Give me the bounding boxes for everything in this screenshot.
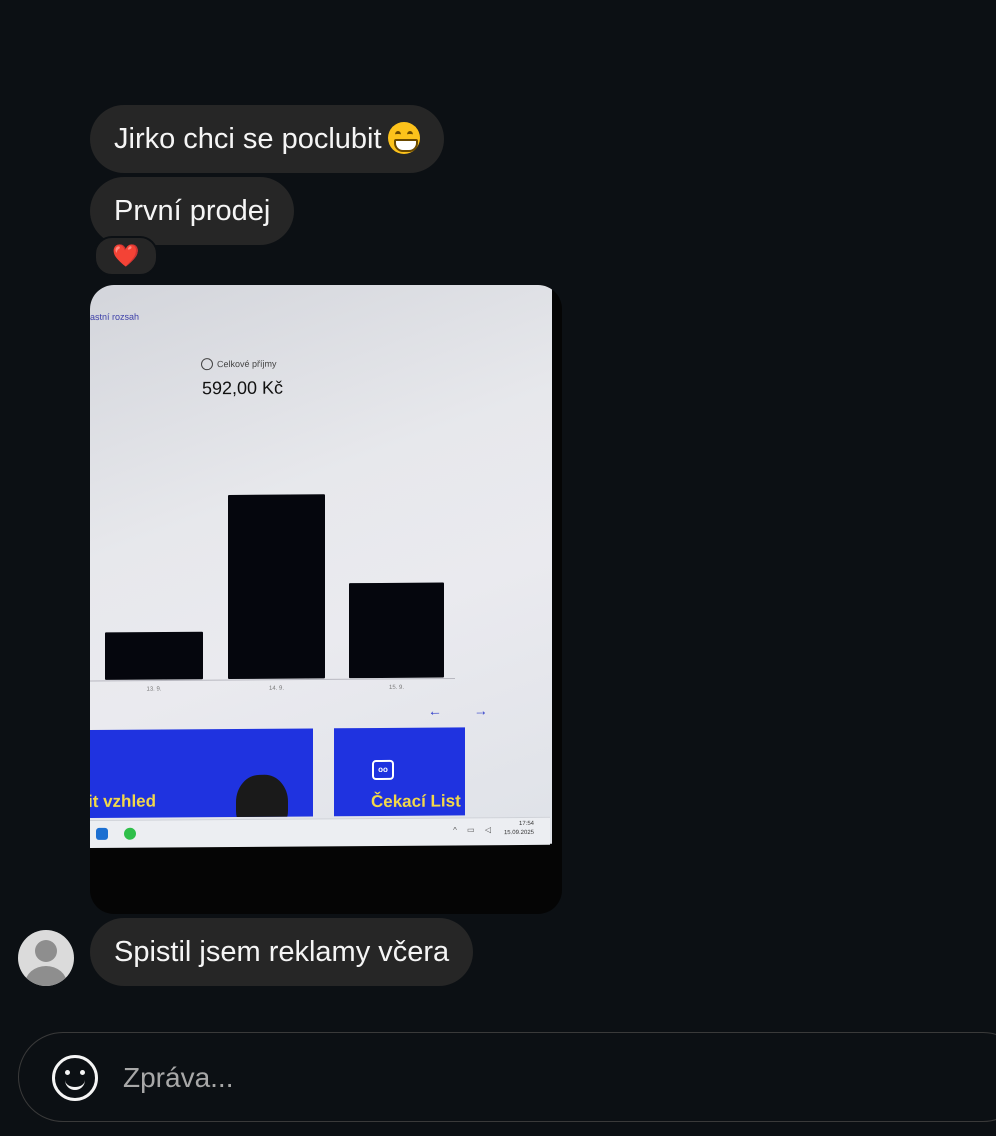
income-value: 592,00 Kč [202,377,284,399]
promo-card: oo Čekací List [334,727,465,817]
message-bubble[interactable]: První prodej [90,177,295,245]
message-text: Spistil jsem reklamy včera [114,936,450,968]
message-text: Jirko chci se poclubit [114,123,382,155]
avatar[interactable] [18,930,74,986]
message-text: První prodej [114,195,271,227]
taskbar-clock: 17:54 15.09.2025 [503,820,534,837]
chart-bar [228,494,325,680]
image-message[interactable]: astní rozsah Celkové příjmy 592,00 Kč 13… [90,285,562,914]
spotify-icon [124,827,136,840]
coin-icon [201,358,213,371]
message-composer[interactable] [18,1032,996,1122]
x-tick-label: 14. 9. [269,686,284,692]
x-tick-label: 15. 9. [389,685,404,691]
photographed-screen: astní rozsah Celkové příjmy 592,00 Kč 13… [90,285,552,848]
person-photo [236,774,288,818]
heart-icon: ❤️ [112,243,140,268]
emoji-icon[interactable] [52,1055,98,1101]
promo-title: Čekací List [371,791,461,812]
promo-card: it vzhled [90,728,313,818]
carousel-arrows: ← → [428,702,502,719]
bar-chart: 13. 9. 14. 9. 15. 9. [90,494,455,693]
message-input[interactable] [121,1057,725,1099]
x-tick-label: 13. 9. [146,686,161,692]
range-link: astní rozsah [90,311,140,322]
message-bubble[interactable]: Spistil jsem reklamy včera [90,918,474,986]
taskbar: ^ ▭ ◁ 17:54 15.09.2025 [90,816,550,848]
income-label: Celkové příjmy [201,358,277,371]
link-icon: oo [372,759,394,781]
message-bubble[interactable]: Jirko chci se poclubit [90,105,444,173]
promo-title: it vzhled [90,791,157,812]
income-label-text: Celkové příjmy [217,358,277,370]
system-tray: ^ ▭ ◁ [453,825,495,835]
outlook-icon [96,827,108,840]
chart-bar [105,631,203,680]
chart-bar [349,582,444,679]
grinning-face-icon [387,122,420,154]
reaction-badge[interactable]: ❤️ [94,236,158,276]
